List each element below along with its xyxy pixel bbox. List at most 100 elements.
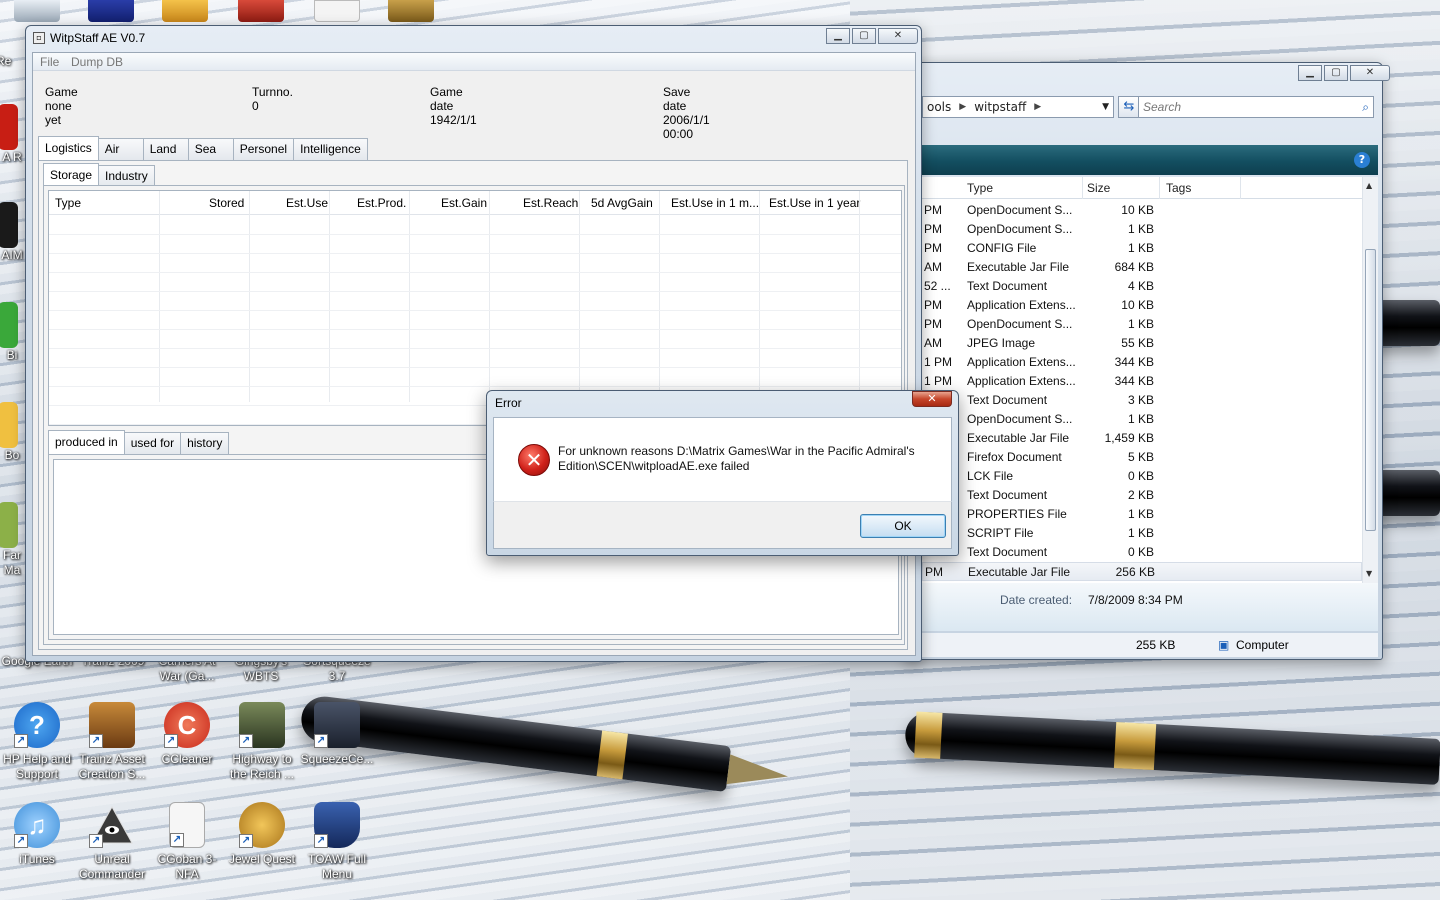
desktop-shortcut-icon-files[interactable] [162,0,208,22]
file-row[interactable]: PM Executable Jar File 256 KB [922,562,1362,581]
tab-sea[interactable]: Sea [187,138,234,160]
desktop-shortcut-icon-document[interactable] [314,0,360,22]
tab-air[interactable]: Air [97,138,144,160]
file-row[interactable]: PMExecutable Jar File1,459 KB [922,429,1362,448]
address-bar[interactable]: ools ▶ witpstaff ▶ ▼ [922,96,1114,118]
file-row[interactable]: PMSCRIPT File1 KB [922,524,1362,543]
tab-intelligence[interactable]: Intelligence [293,138,368,160]
column-header-tags[interactable]: Tags [1166,181,1191,195]
desktop-icon-cgoban[interactable]: ↗ CGoban 3-NFA [150,802,224,882]
maximize-button[interactable]: ▢ [852,28,876,44]
address-dropdown-icon[interactable]: ▼ [1102,102,1109,112]
column-header-type[interactable]: Type [967,181,993,195]
file-type-cell: Application Extens... [967,298,1076,312]
table-row[interactable] [49,291,901,292]
column-header-est-gain[interactable]: Est.Gain [441,196,487,210]
desktop-icon-highway-reich[interactable]: ↗ Highway to the Reich ... [225,702,299,782]
desktop-icon-hp-help[interactable]: ? ↗ HP Help and Support [0,702,74,782]
column-header-type[interactable]: Type [55,196,81,210]
tab-used-for[interactable]: used for [123,432,182,454]
ok-button[interactable]: OK [860,514,946,538]
minimize-button[interactable]: ▁ [1298,65,1322,81]
table-row[interactable] [49,310,901,311]
file-row[interactable]: PMPROPERTIES File1 KB [922,505,1362,524]
scroll-up-icon[interactable]: ▲ [1366,181,1372,190]
help-icon[interactable]: ? [1354,152,1370,168]
file-row[interactable]: PMOpenDocument S...1 KB [922,220,1362,239]
desktop-icon-left-4[interactable]: Bo [0,402,26,463]
file-row[interactable]: PMText Document2 KB [922,486,1362,505]
column-header-est-use[interactable]: Est.Use [286,196,328,210]
column-header-5d-avggain[interactable]: 5d AvgGain [591,196,653,210]
file-list-scrollbar[interactable]: ▲ ▼ [1362,177,1378,583]
table-row[interactable] [49,253,901,254]
file-row[interactable]: AM Executable Jar File 684 KB [922,258,1362,277]
column-header-est-reach[interactable]: Est.Reach [523,196,578,210]
file-row[interactable]: PM CONFIG File 1 KB [922,239,1362,258]
close-button[interactable]: ✕ [1350,65,1390,81]
table-row[interactable] [49,329,901,330]
tab-produced-in[interactable]: produced in [48,430,125,454]
tab-industry[interactable]: Industry [98,165,155,187]
file-row[interactable]: 1 PM Application Extens... 344 KB [922,353,1362,372]
maximize-button[interactable]: ▢ [1324,65,1348,81]
file-row[interactable]: PMText Document3 KB [922,391,1362,410]
file-row[interactable]: PM OpenDocument S... 10 KB [922,201,1362,220]
recycle-bin-icon[interactable] [14,0,60,22]
table-row[interactable] [49,272,901,273]
tab-land[interactable]: Land [142,138,189,160]
search-icon[interactable]: ⌕ [1362,97,1369,117]
breadcrumb-witpstaff[interactable]: witpstaff [974,100,1026,114]
desktop-icon-jewel-quest[interactable]: ↗ Jewel Quest [225,802,299,867]
column-header-size[interactable]: Size [1087,181,1110,195]
file-row[interactable]: PMOpenDocument S...1 KB [922,315,1362,334]
column-header-est-use-1-year[interactable]: Est.Use in 1 year [769,196,860,210]
tab-storage[interactable]: Storage [43,163,100,187]
table-row[interactable] [49,367,901,368]
column-header-stored[interactable]: Stored [209,196,244,210]
search-input[interactable]: Search ⌕ [1138,96,1374,118]
file-type-cell: Application Extens... [967,374,1076,388]
file-row[interactable]: PMText Document0 KB [922,543,1362,562]
file-row[interactable]: PMOpenDocument S...1 KB [922,410,1362,429]
file-row[interactable]: 1 PM Application Extens... 344 KB [922,372,1362,391]
desktop-shortcut-icon-ship[interactable] [388,0,434,22]
scrollbar-thumb[interactable] [1365,249,1376,531]
close-icon[interactable]: ✕ [912,391,952,407]
desktop-icon-ccleaner[interactable]: C ↗ CCleaner [150,702,224,767]
desktop-icon-left-3[interactable]: Bi [0,302,26,363]
column-header-est-use-1-month[interactable]: Est.Use in 1 m... [671,196,759,210]
tab-personel[interactable]: Personel [232,138,295,160]
desktop-icon-left-0[interactable]: Re [0,54,26,69]
file-row[interactable]: PMLCK File0 KB [922,467,1362,486]
tab-history[interactable]: history [180,432,230,454]
menu-file[interactable]: File [40,55,59,69]
breadcrumb-tools[interactable]: ools [927,100,951,114]
tab-logistics[interactable]: Logistics [38,136,99,160]
minimize-button[interactable]: ▁ [826,28,850,44]
file-type-cell: Application Extens... [967,355,1076,369]
desktop-shortcut-icon-red[interactable] [238,0,284,22]
desktop-icon-itunes[interactable]: ♫ ↗ iTunes [0,802,74,867]
menu-dump-db[interactable]: Dump DB [71,55,123,69]
desktop-icon-squeezecenter[interactable]: ↗ SqueezeCe... [300,702,374,767]
table-row[interactable] [49,348,901,349]
app-icon[interactable]: ▫ [33,32,45,44]
desktop-icon-trainz-asset[interactable]: ↗ Trainz Asset Creation S... [75,702,149,782]
desktop-shortcut-icon-blue[interactable] [88,0,134,22]
file-row[interactable]: PM Application Extens... 10 KB [922,296,1362,315]
desktop-icon-left-5[interactable]: Far Ma [0,502,26,578]
table-row[interactable] [49,386,901,387]
file-row[interactable]: AM JPEG Image 55 KB [922,334,1362,353]
desktop-icon-unreal-commander[interactable]: ↗ Unreal Commander [75,802,149,882]
refresh-icon[interactable]: ⇆ [1118,96,1140,118]
desktop-icon-left-2[interactable]: AIM [0,202,26,263]
scroll-down-icon[interactable]: ▼ [1366,569,1372,578]
desktop-icon-left-1[interactable]: A R [0,104,26,165]
file-row[interactable]: PMFirefox Document5 KB [922,448,1362,467]
column-header-est-prod[interactable]: Est.Prod. [357,196,406,210]
desktop-icon-toaw[interactable]: ↗ TOAW Full Menu [300,802,374,882]
close-button[interactable]: ✕ [878,28,918,44]
table-row[interactable] [49,234,901,235]
file-row[interactable]: 52 ... Text Document 4 KB [922,277,1362,296]
